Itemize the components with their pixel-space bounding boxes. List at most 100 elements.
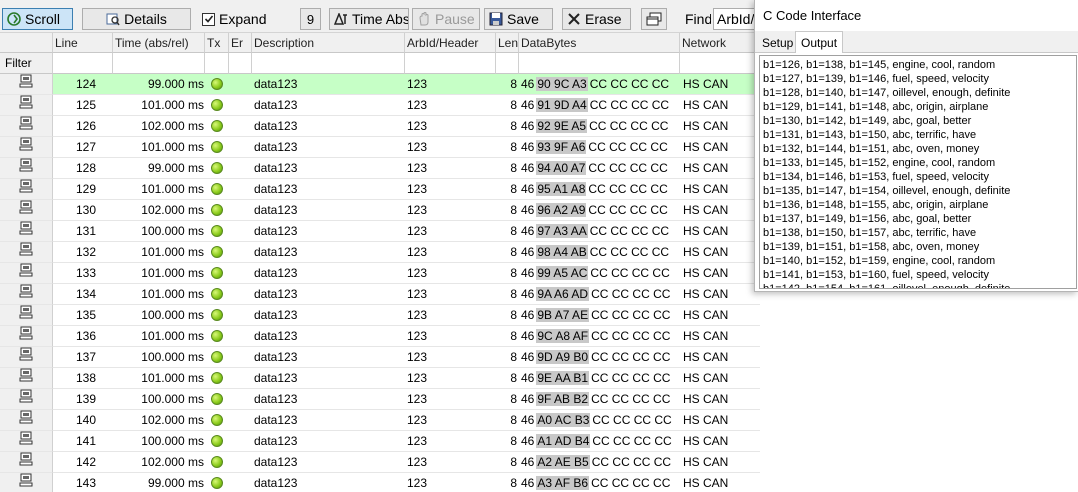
tx-status-icon — [211, 456, 223, 468]
table-row[interactable]: 128 99.000 ms data123 123 8 46 94 A0 A7 CC CC C… — [0, 158, 760, 179]
computer-icon — [19, 389, 33, 409]
databyte-first: 46 — [521, 476, 535, 490]
filter-input-line[interactable] — [53, 53, 113, 74]
output-line: b1=140, b1=152, b1=159, engine, cool, ra… — [763, 255, 996, 267]
find-input[interactable]: ArbId/ — [713, 8, 760, 30]
filter-input-arbid[interactable] — [405, 53, 496, 74]
filter-input-network[interactable] — [680, 53, 760, 74]
databytes-cell: 46 91 9D A4 CC CC CC CC — [519, 95, 680, 116]
row-icon-cell — [0, 200, 53, 221]
column-header-databytes[interactable]: DataBytes — [519, 33, 680, 53]
tx-cell — [205, 284, 229, 305]
nine-button[interactable]: 9 — [300, 8, 321, 30]
arbid-cell: 123 — [405, 158, 496, 179]
table-row[interactable]: 142 102.000 ms data123 123 8 46 A2 AE B5 CC CC … — [0, 452, 760, 473]
table-row[interactable]: 138 101.000 ms data123 123 8 46 9E AA B1 CC CC … — [0, 368, 760, 389]
time-cell: 102.000 ms — [113, 452, 205, 473]
output-text-area[interactable]: b1=126, b1=138, b1=145, engine, cool, ra… — [759, 55, 1077, 289]
output-line: b1=134, b1=146, b1=153, fuel, speed, vel… — [763, 171, 989, 183]
tx-status-icon — [211, 477, 223, 489]
table-row[interactable]: 124 99.000 ms data123 123 8 46 90 9C A3 CC CC C… — [0, 74, 760, 95]
details-button[interactable]: Details — [82, 8, 191, 30]
databytes-rest: CC CC CC CC — [591, 392, 671, 406]
column-header-tx[interactable]: Tx — [205, 33, 229, 53]
column-header-er[interactable]: Er — [229, 33, 252, 53]
er-cell — [229, 74, 252, 95]
time-cell: 100.000 ms — [113, 305, 205, 326]
tx-status-icon — [211, 288, 223, 300]
databytes-highlighted: 91 9D A4 — [536, 98, 588, 112]
er-cell — [229, 305, 252, 326]
databyte-first: 46 — [521, 224, 535, 238]
filter-input-tx[interactable] — [205, 53, 229, 74]
filter-input-databytes[interactable] — [519, 53, 680, 74]
tx-status-icon — [211, 309, 223, 321]
row-icon-cell — [0, 431, 53, 452]
len-cell: 8 — [496, 158, 519, 179]
databytes-cell: 46 94 A0 A7 CC CC CC CC — [519, 158, 680, 179]
table-row[interactable]: 126 102.000 ms data123 123 8 46 92 9E A5 CC CC … — [0, 116, 760, 137]
table-row[interactable]: 134 101.000 ms data123 123 8 46 9A A6 AD CC CC … — [0, 284, 760, 305]
table-row[interactable]: 141 100.000 ms data123 123 8 46 A1 AD B4 CC CC … — [0, 431, 760, 452]
tab-output[interactable]: Output — [795, 31, 844, 53]
row-icon-cell — [0, 95, 53, 116]
table-row[interactable]: 136 101.000 ms data123 123 8 46 9C A8 AF CC CC … — [0, 326, 760, 347]
databytes-highlighted: A2 AE B5 — [536, 455, 590, 469]
network-cell: HS CAN — [680, 410, 760, 431]
table-row[interactable]: 125 101.000 ms data123 123 8 46 91 9D A4 CC CC … — [0, 95, 760, 116]
column-header-arbid[interactable]: ArbId/Header — [405, 33, 496, 53]
table-row[interactable]: 132 101.000 ms data123 123 8 46 98 A4 AB CC CC … — [0, 242, 760, 263]
network-cell: HS CAN — [680, 473, 760, 492]
expand-checkbox[interactable]: Expand — [198, 8, 292, 30]
column-header-len[interactable]: Len — [496, 33, 519, 53]
window-button[interactable] — [641, 8, 667, 30]
column-header-description[interactable]: Description — [252, 33, 405, 53]
arbid-cell: 123 — [405, 305, 496, 326]
column-header-line[interactable]: Line — [53, 33, 113, 53]
description-cell: data123 — [252, 263, 405, 284]
table-row[interactable]: 127 101.000 ms data123 123 8 46 93 9F A6 CC CC … — [0, 137, 760, 158]
table-row[interactable]: 133 101.000 ms data123 123 8 46 99 A5 AC CC CC … — [0, 263, 760, 284]
er-cell — [229, 200, 252, 221]
table-row[interactable]: 137 100.000 ms data123 123 8 46 9D A9 B0 CC CC … — [0, 347, 760, 368]
er-cell — [229, 389, 252, 410]
output-line: b1=137, b1=149, b1=156, abc, goal, bette… — [763, 213, 972, 225]
table-row[interactable]: 131 100.000 ms data123 123 8 46 97 A3 AA CC CC … — [0, 221, 760, 242]
table-row[interactable]: 129 101.000 ms data123 123 8 46 95 A1 A8 CC CC … — [0, 179, 760, 200]
tx-cell — [205, 137, 229, 158]
output-line: b1=132, b1=144, b1=151, abc, oven, money — [763, 143, 980, 155]
scroll-button[interactable]: Scroll — [2, 8, 73, 30]
filter-input-er[interactable] — [229, 53, 252, 74]
table-row[interactable]: 135 100.000 ms data123 123 8 46 9B A7 AE CC CC … — [0, 305, 760, 326]
computer-icon — [19, 200, 33, 220]
save-button[interactable]: Save — [484, 8, 553, 30]
databyte-first: 46 — [521, 182, 535, 196]
databytes-cell: 46 98 A4 AB CC CC CC CC — [519, 242, 680, 263]
table-row[interactable]: 139 100.000 ms data123 123 8 46 9F AB B2 CC CC … — [0, 389, 760, 410]
tab-setup[interactable]: Setup — [757, 33, 798, 53]
row-icon-cell — [0, 347, 53, 368]
databytes-highlighted: 9E AA B1 — [536, 371, 590, 385]
erase-button[interactable]: Erase — [562, 8, 631, 30]
filter-input-time[interactable] — [113, 53, 205, 74]
tx-cell — [205, 305, 229, 326]
databytes-rest: CC CC CC CC — [591, 308, 671, 322]
er-cell — [229, 410, 252, 431]
table-row[interactable]: 140 102.000 ms data123 123 8 46 A0 AC B3 CC CC … — [0, 410, 760, 431]
pause-button[interactable]: Pause — [412, 8, 480, 30]
description-cell: data123 — [252, 137, 405, 158]
row-icon-cell — [0, 116, 53, 137]
filter-input-len[interactable] — [496, 53, 519, 74]
time-abs-label: Time Abs — [352, 11, 409, 27]
output-line: b1=129, b1=141, b1=148, abc, origin, air… — [763, 101, 989, 113]
computer-icon — [19, 179, 33, 199]
table-row[interactable]: 143 99.000 ms data123 123 8 46 A3 AF B6 CC CC C… — [0, 473, 760, 492]
column-header-time[interactable]: Time (abs/rel) — [113, 33, 205, 53]
filter-input-description[interactable] — [252, 53, 405, 74]
time-abs-button[interactable]: Time Abs — [329, 8, 409, 30]
arbid-cell: 123 — [405, 347, 496, 368]
len-cell: 8 — [496, 221, 519, 242]
column-header-network[interactable]: Network — [680, 33, 760, 53]
table-row[interactable]: 130 102.000 ms data123 123 8 46 96 A2 A9 CC CC … — [0, 200, 760, 221]
len-cell: 8 — [496, 389, 519, 410]
